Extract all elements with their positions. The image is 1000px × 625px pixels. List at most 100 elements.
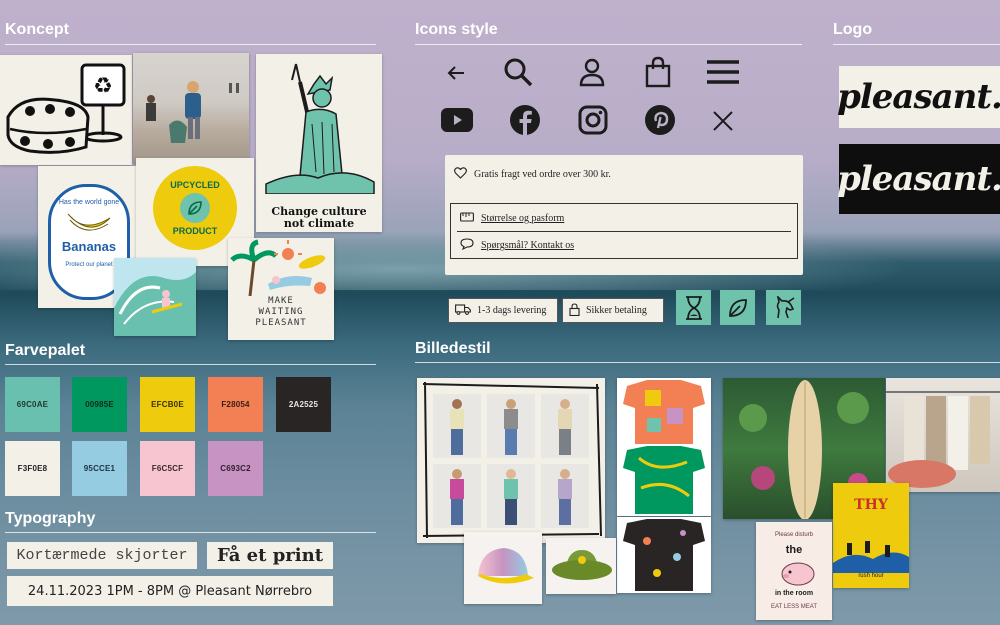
model-lookbook-grid [417,378,605,543]
menu-icon[interactable] [704,57,742,87]
hourglass-icon [676,290,711,325]
shipping-text: Gratis fragt ved ordre over 300 kr. [474,169,611,180]
divider [457,231,791,232]
info-links-box: Størrelse og pasform Spørgsmål? Kontakt … [450,203,798,259]
shopping-bag-icon[interactable] [642,55,674,89]
sofa-recycle-illustration: ♻ [6,63,126,154]
divider [415,362,1000,363]
clothing-rack-photo [886,378,1000,492]
beach-cleanup-figures [146,81,239,143]
search-icon[interactable] [500,54,536,90]
model-photos-illustration [422,381,602,539]
pinterest-icon[interactable] [642,102,678,138]
size-guide-label: Størrelse og pasform [481,213,565,224]
section-title-icons: Icons style [415,21,498,38]
surfers-illustration [833,541,909,573]
color-swatch: F6C5CF [140,441,195,496]
sticker-line2: the [785,544,803,556]
color-swatch: C693C2 [208,441,263,496]
leaf-icon [720,290,755,325]
divider [5,364,376,365]
color-swatch: 00985E [72,377,127,432]
upcycled-badge: UPCYCLED PRODUCT [153,166,237,250]
logo-dark: pleasant. [837,144,1000,214]
divider [833,44,1000,45]
shirts-illustration [623,380,705,514]
facebook-icon[interactable] [507,102,543,138]
svg-text:♻: ♻ [93,73,113,98]
typography-sample-display: Få et print [207,542,333,569]
divider [5,532,376,533]
payment-badge: Sikker betaling [562,298,664,323]
concept-surf-sticker [114,258,196,336]
payment-label: Sikker betaling [586,305,647,316]
section-title-billedestil: Billedestil [415,340,491,357]
cap-illustration [478,548,534,584]
lock-icon [569,302,580,319]
color-swatch: F3F0E8 [5,441,60,496]
delivery-label: 1-3 dags levering [477,305,547,316]
thy-poster: THY rush hour [833,483,909,588]
contact-label: Spørgsmål? Kontakt os [481,240,575,251]
color-swatch: 69C0AE [5,377,60,432]
bananas-word: Bananas [61,239,117,254]
section-title-koncept: Koncept [5,21,69,38]
upcycled-bottom-text: PRODUCT [172,226,218,236]
statue-of-liberty-illustration [265,63,375,195]
bucket-hat-photo [546,538,616,594]
bucket-hat-illustration [552,550,612,580]
color-swatch: F28054 [208,377,263,432]
banana-icon [67,213,111,231]
color-swatch: 2A2525 [276,377,331,432]
arrow-left-icon[interactable] [441,58,471,88]
sticker-line3: in the room [774,590,814,597]
chat-bubble-icon [460,238,474,253]
heart-icon [454,167,467,182]
beach-scene-illustration [230,239,326,297]
contact-link[interactable]: Spørgsmål? Kontakt os [460,238,574,253]
tie-dye-cap-photo [464,532,542,604]
surfer-wave-illustration [114,272,196,336]
section-title-typography: Typography [5,510,96,527]
make-line2: WAITING [258,307,304,317]
logo-light: pleasant. [837,66,1000,128]
poster-subtitle: rush hour [858,573,884,579]
unicorn-icon [766,290,801,325]
product-info-panel: Gratis fragt ved ordre over 300 kr. Stør… [445,155,803,275]
color-swatch: 95CCE1 [72,441,127,496]
upcycled-top-text: UPCYCLED [170,180,220,190]
liberty-caption: Change culture not climate [256,206,382,230]
section-title-farvepalet: Farvepalet [5,342,86,359]
instagram-icon[interactable] [576,103,610,137]
black-shirt-illustration [623,519,705,591]
concept-make-waiting-sticker: MAKE WAITING PLEASANT [228,238,334,340]
printed-shirts-photo [617,378,711,516]
delivery-badge: 1-3 dags levering [448,298,558,323]
color-swatch: EFCB0E [140,377,195,432]
typography-sample-mono: Kortærmede skjorter [7,542,197,569]
concept-liberty-poster: Change culture not climate [256,54,382,232]
user-icon[interactable] [576,56,608,88]
pig-illustration [781,562,815,586]
truck-icon [455,303,471,318]
concept-beach-photo [133,53,249,163]
clothing-rack-illustration [886,391,1000,488]
make-line3: PLEASANT [255,318,307,328]
sticker-please-disturb: Please disturb the in the room EAT LESS … [756,522,832,620]
size-guide-link[interactable]: Størrelse og pasform [460,212,564,225]
typography-sample-handwritten: 24.11.2023 1PM - 8PM @ Pleasant Nørrebro [7,576,333,606]
close-icon[interactable] [708,106,738,136]
concept-sofa-illustration: ♻ [0,55,132,165]
make-line1: MAKE [268,296,294,306]
youtube-icon[interactable] [440,104,474,136]
black-shirt-photo [617,517,711,593]
sticker-line1: Please disturb [774,532,814,538]
leaf-badge-icon [180,193,210,223]
liberty-caption-line2: not climate [283,217,355,230]
shipping-row: Gratis fragt ved ordre over 300 kr. [454,167,611,182]
make-waiting-caption: MAKE WAITING PLEASANT [228,296,334,329]
divider [5,44,376,45]
sticker-line4: EAT LESS MEAT [770,604,817,610]
poster-title: THY [854,497,888,513]
bananas-top-text: Has the world gone [58,199,120,206]
